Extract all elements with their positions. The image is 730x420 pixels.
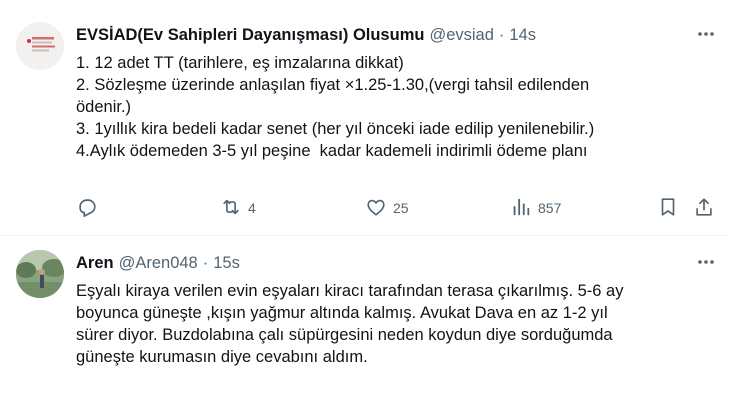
more-dots-icon[interactable] — [694, 24, 718, 44]
more-dots-icon[interactable] — [694, 252, 718, 272]
tweet-text-line: 4.Aylık ödemeden 3-5 yıl peşine kadar ka… — [76, 142, 588, 160]
tweet-text-line: boyunca güneşte ,kışın yağmur altında ka… — [76, 304, 608, 322]
heart-icon — [365, 196, 387, 221]
tweet[interactable]: EVSİAD(Ev Sahipleri Dayanışması) Olusumu… — [0, 0, 730, 234]
views-icon — [510, 196, 532, 221]
tweet-text-line: sürer diyor. Buzdolabına çalı süpürgesin… — [76, 326, 613, 344]
share-icon — [693, 196, 715, 221]
reply-icon — [76, 196, 98, 221]
views-button[interactable]: 857 — [510, 196, 561, 220]
avatar-image — [16, 22, 64, 70]
avatar[interactable] — [16, 22, 64, 70]
author-name[interactable]: Aren — [76, 254, 114, 273]
author-name[interactable]: EVSİAD(Ev Sahipleri Dayanışması) Olusumu — [76, 26, 424, 45]
retweet-icon — [220, 196, 242, 221]
tweet-header: Aren @Aren048 · 15s — [76, 252, 240, 274]
tweet-header: EVSİAD(Ev Sahipleri Dayanışması) Olusumu… — [76, 24, 536, 46]
tweet-text: 1. 12 adet TT (tarihlere, eş imzalarına … — [76, 52, 716, 162]
retweet-count: 4 — [248, 200, 256, 216]
timestamp[interactable]: 14s — [509, 26, 536, 45]
share-button[interactable] — [693, 196, 715, 220]
retweet-button[interactable]: 4 — [220, 196, 256, 220]
tweet-text-line: 2. Sözleşme üzerinde anlaşılan fiyat ×1.… — [76, 76, 590, 94]
like-count: 25 — [393, 200, 409, 216]
avatar[interactable] — [16, 250, 64, 298]
timestamp[interactable]: 15s — [213, 254, 240, 273]
author-handle[interactable]: @Aren048 — [119, 254, 198, 273]
tweet-text-line: 1. 12 adet TT (tarihlere, eş imzalarına … — [76, 54, 404, 72]
tweet-text-line: Eşyalı kiraya verilen evin eşyaları kira… — [76, 282, 624, 300]
tweet-actions: 4 25 857 — [76, 196, 716, 220]
author-handle[interactable]: @evsiad — [429, 26, 493, 45]
tweet-text-line: 3. 1yıllık kira bedeli kadar senet (her … — [76, 120, 595, 138]
separator-dot: · — [202, 253, 209, 272]
avatar-image — [16, 250, 64, 298]
tweet[interactable]: Aren @Aren048 · 15s Eşyalı kiraya verile… — [0, 236, 730, 420]
tweet-text-line: ödenir.) — [76, 98, 132, 116]
tweet-text-line: güneşte kurumasın diye cevabını aldım. — [76, 348, 368, 366]
like-button[interactable]: 25 — [365, 196, 409, 220]
separator-dot: · — [498, 25, 505, 44]
reply-button[interactable] — [76, 196, 104, 220]
views-count: 857 — [538, 200, 562, 216]
tweet-text: Eşyalı kiraya verilen evin eşyaları kira… — [76, 280, 716, 368]
bookmark-button[interactable] — [657, 196, 679, 220]
bookmark-icon — [657, 196, 679, 221]
